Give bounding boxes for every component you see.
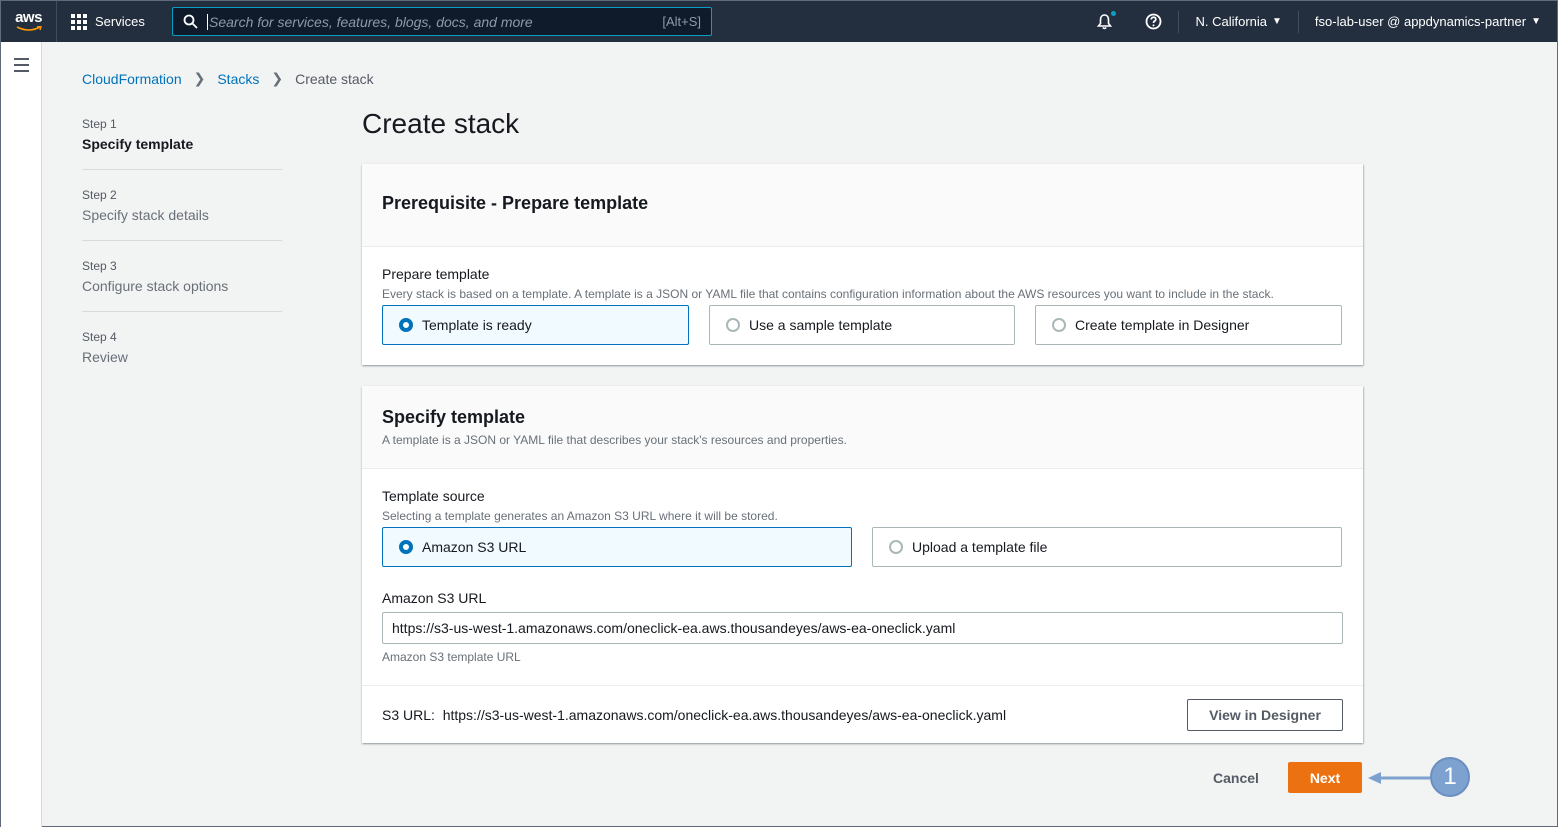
- step-3: Step 3 Configure stack options: [82, 259, 282, 312]
- account-label: fso-lab-user @ appdynamics-partner: [1314, 14, 1527, 29]
- breadcrumb-current: Create stack: [295, 70, 374, 87]
- option-upload-file[interactable]: Upload a template file: [872, 527, 1342, 567]
- s3-url-value: https://s3-us-west-1.amazonaws.com/onecl…: [392, 620, 956, 636]
- panel-header: Specify template A template is a JSON or…: [362, 386, 1363, 469]
- nav-right: N. California ▼ fso-lab-user @ appdynamic…: [1080, 1, 1557, 42]
- radio-icon: [1052, 318, 1066, 332]
- cancel-button[interactable]: Cancel: [1191, 770, 1281, 786]
- prerequisite-panel: Prerequisite - Prepare template Prepare …: [362, 164, 1363, 365]
- radio-icon: [726, 318, 740, 332]
- step-name: Configure stack options: [82, 278, 229, 294]
- search-icon: [173, 14, 207, 29]
- search-shortcut: [Alt+S]: [662, 14, 701, 29]
- step-2: Step 2 Specify stack details: [82, 188, 282, 241]
- prepare-template-options: Template is ready Use a sample template …: [382, 305, 1343, 345]
- s3-url-label: Amazon S3 URL: [382, 590, 487, 606]
- option-label: Use a sample template: [749, 317, 893, 333]
- chevron-right-icon: ❯: [193, 70, 206, 86]
- aws-logo[interactable]: aws: [1, 1, 57, 42]
- page-title: Create stack: [362, 108, 520, 139]
- region-selector[interactable]: N. California ▼: [1179, 1, 1297, 42]
- panel-body: Prepare template Every stack is based on…: [362, 266, 1363, 345]
- s3-url-display-label: S3 URL:: [382, 706, 435, 723]
- caret-down-icon: ▼: [1531, 16, 1541, 27]
- radio-icon: [889, 540, 903, 554]
- step-4: Step 4 Review: [82, 330, 282, 382]
- option-label: Create template in Designer: [1075, 317, 1250, 333]
- panel-heading: Specify template: [382, 407, 526, 427]
- grid-icon: [71, 13, 87, 30]
- option-amazon-s3-url[interactable]: Amazon S3 URL: [382, 527, 852, 567]
- help-icon: [1146, 13, 1162, 30]
- panel-header: Prerequisite - Prepare template: [362, 164, 1363, 247]
- notifications-button[interactable]: [1080, 1, 1129, 42]
- step-number: Step 2: [82, 188, 117, 202]
- notification-dot: [1111, 11, 1117, 16]
- wizard-actions: Cancel Next: [1191, 762, 1362, 793]
- option-template-ready[interactable]: Template is ready: [382, 305, 689, 345]
- bell-icon: [1097, 14, 1113, 30]
- view-in-designer-button[interactable]: View in Designer: [1187, 698, 1343, 731]
- s3-url-input[interactable]: https://s3-us-west-1.amazonaws.com/onecl…: [382, 612, 1343, 644]
- radio-selected-icon: [399, 318, 413, 332]
- top-navigation: aws Services Search for services, featur…: [1, 1, 1557, 42]
- search-input[interactable]: Search for services, features, blogs, do…: [172, 7, 712, 36]
- region-label: N. California: [1195, 14, 1267, 29]
- services-label: Services: [95, 14, 145, 29]
- prepare-template-description: Every stack is based on a template. A te…: [382, 287, 1274, 301]
- panel-heading: Prerequisite - Prepare template: [382, 193, 649, 213]
- search-placeholder: Search for services, features, blogs, do…: [207, 13, 662, 30]
- option-label: Template is ready: [422, 317, 532, 333]
- s3-url-display-value: https://s3-us-west-1.amazonaws.com/onecl…: [442, 706, 1007, 723]
- s3-url-hint: Amazon S3 template URL: [382, 650, 521, 664]
- prepare-template-label: Prepare template: [382, 266, 490, 282]
- help-button[interactable]: [1129, 1, 1178, 42]
- template-source-description: Selecting a template generates an Amazon…: [382, 509, 778, 523]
- arrow-left-icon: [1368, 772, 1430, 784]
- breadcrumb-cloudformation[interactable]: CloudFormation: [82, 71, 182, 87]
- step-number: Step 1: [82, 117, 117, 131]
- side-rail: [1, 42, 42, 827]
- option-label: Upload a template file: [912, 539, 1048, 555]
- template-source-options: Amazon S3 URL Upload a template file: [382, 527, 1343, 567]
- caret-down-icon: ▼: [1272, 16, 1282, 27]
- breadcrumb-stacks[interactable]: Stacks: [217, 71, 259, 87]
- specify-template-panel: Specify template A template is a JSON or…: [362, 386, 1363, 743]
- account-menu[interactable]: fso-lab-user @ appdynamics-partner ▼: [1299, 1, 1557, 42]
- panel-subheading: A template is a JSON or YAML file that d…: [382, 433, 847, 447]
- step-1: Step 1 Specify template: [82, 117, 282, 170]
- step-name: Specify template: [82, 136, 194, 152]
- callout-badge: 1: [1430, 757, 1470, 797]
- template-source-label: Template source: [382, 488, 485, 504]
- services-menu-button[interactable]: Services: [57, 1, 159, 42]
- chevron-right-icon: ❯: [271, 70, 284, 86]
- smile-icon: [16, 26, 42, 31]
- menu-icon[interactable]: [14, 58, 29, 76]
- option-designer[interactable]: Create template in Designer: [1035, 305, 1342, 345]
- s3-url-footer: S3 URL: https://s3-us-west-1.amazonaws.c…: [362, 685, 1363, 743]
- step-name: Specify stack details: [82, 207, 209, 223]
- option-label: Amazon S3 URL: [422, 539, 527, 555]
- step-number: Step 3: [82, 259, 117, 273]
- radio-selected-icon: [399, 540, 413, 554]
- s3-url-display: S3 URL: https://s3-us-west-1.amazonaws.c…: [382, 707, 1006, 723]
- option-sample-template[interactable]: Use a sample template: [709, 305, 1015, 345]
- panel-body: Template source Selecting a template gen…: [362, 488, 1363, 664]
- breadcrumb: CloudFormation ❯ Stacks ❯ Create stack: [82, 70, 374, 87]
- next-button[interactable]: Next: [1288, 762, 1362, 793]
- step-name: Review: [82, 349, 128, 365]
- step-number: Step 4: [82, 330, 117, 344]
- wizard-steps: Step 1 Specify template Step 2 Specify s…: [82, 117, 282, 400]
